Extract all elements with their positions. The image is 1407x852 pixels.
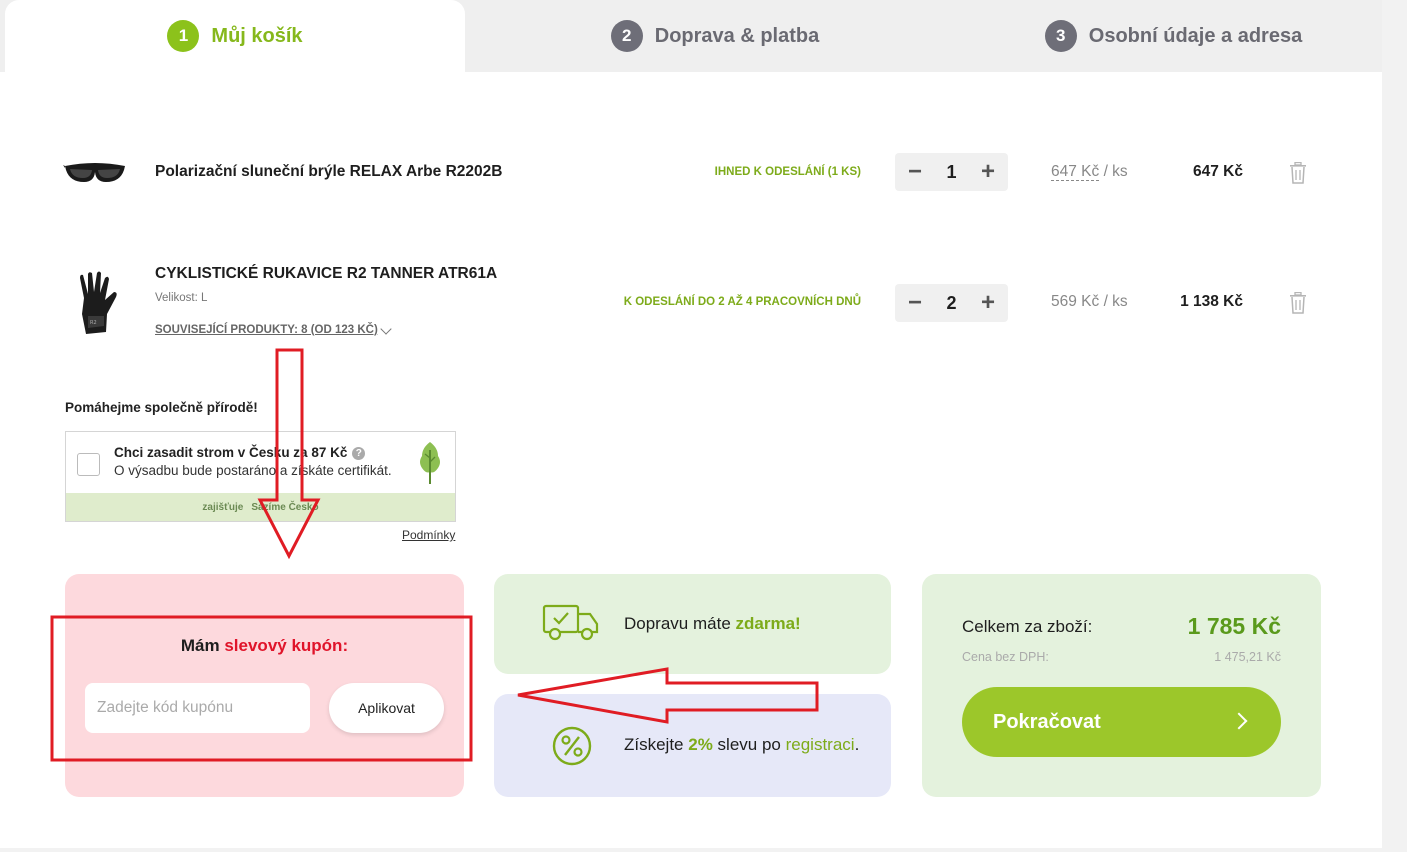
tree-partner-footer: zajišťuje Sázíme Česko: [66, 493, 455, 521]
shipping-prefix: Dopravu máte: [624, 614, 736, 633]
tree-icon: [420, 442, 440, 484]
product-name[interactable]: Polarizační sluneční brýle RELAX Arbe R2…: [155, 163, 502, 181]
step-label-shipping: Doprava & platba: [654, 24, 820, 47]
unit-suffix: / ks: [1099, 293, 1128, 310]
svg-text:R2: R2: [90, 320, 97, 326]
help-icon[interactable]: ?: [352, 447, 366, 460]
trash-icon[interactable]: [1289, 292, 1307, 314]
vat-label: Cena bez DPH:: [962, 650, 1049, 664]
decrease-qty-button[interactable]: −: [905, 291, 925, 315]
registration-link[interactable]: registraci: [786, 735, 855, 754]
tree-checkbox-label[interactable]: Chci zasadit strom v Česku za 87 Kč?: [114, 445, 366, 460]
tree-description: O výsadbu bude postaráno a získáte certi…: [114, 463, 392, 478]
apply-coupon-button[interactable]: Aplikovat: [329, 683, 444, 733]
truck-icon: [542, 604, 599, 641]
page-scrollbar[interactable]: [1382, 0, 1407, 852]
continue-label: Pokračovat: [993, 710, 1101, 733]
vat-value: 1 475,21 Kč: [1214, 650, 1281, 664]
quantity-value[interactable]: 1: [946, 162, 956, 183]
product-size: Velikost: L: [155, 292, 208, 304]
step-cart[interactable]: 1 Můj košík: [5, 0, 465, 72]
nature-title: Pomáhejme společně přírodě!: [65, 400, 258, 415]
plant-tree-checkbox[interactable]: [77, 453, 100, 476]
step-personal-info[interactable]: 3 Osobní údaje a adresa: [965, 0, 1382, 72]
chevron-right-icon: [1230, 712, 1248, 730]
coupon-title-prefix: Mám: [180, 636, 225, 655]
increase-qty-button[interactable]: +: [978, 291, 998, 315]
discount-text: Získejte 2% slevu po registraci.: [624, 735, 859, 755]
unit-price: 647 Kč / ks: [1051, 163, 1128, 181]
step-number-2: 2: [610, 20, 643, 52]
shipping-text: Dopravu máte zdarma!: [624, 614, 801, 634]
step-label-personal: Osobní údaje a adresa: [1088, 24, 1303, 47]
step-label-cart: Můj košík: [211, 24, 303, 47]
tree-label-text: Chci zasadit strom v Česku za 87 Kč: [114, 445, 348, 460]
coupon-title: Mám slevový kupón:: [65, 636, 464, 656]
tree-offer: Chci zasadit strom v Česku za 87 Kč? O v…: [65, 431, 456, 522]
continue-button[interactable]: Pokračovat: [962, 687, 1281, 757]
quantity-stepper: − 2 +: [895, 284, 1008, 322]
product-name[interactable]: CYKLISTICKÉ RUKAVICE R2 TANNER ATR61A: [155, 265, 497, 283]
unit-price: 569 Kč / ks: [1051, 293, 1128, 311]
related-products-link[interactable]: SOUVISEJÍCÍ PRODUKTY: 8 (OD 123 KČ): [155, 324, 378, 336]
availability-status: IHNED K ODESLÁNÍ (1 KS): [714, 166, 861, 178]
conditions-link[interactable]: Podmínky: [402, 528, 455, 542]
coupon-panel: Mám slevový kupón: Aplikovat: [65, 574, 464, 797]
percent-icon: [552, 726, 592, 766]
line-total: 1 138 Kč: [1180, 293, 1243, 310]
trash-icon[interactable]: [1289, 162, 1307, 184]
step-shipping-payment[interactable]: 2 Doprava & platba: [465, 0, 965, 72]
gloves-image[interactable]: R2: [74, 270, 120, 336]
discount-prefix: Získejte: [624, 735, 689, 754]
unit-price-value: 569 Kč: [1051, 293, 1100, 310]
checkout-steps: 1 Můj košík 2 Doprava & platba 3 Osobní …: [0, 0, 1382, 72]
total-label: Celkem za zboží:: [962, 617, 1093, 636]
order-summary-panel: Celkem za zboží: 1 785 Kč Cena bez DPH: …: [922, 574, 1321, 797]
step-number-1: 1: [167, 20, 200, 52]
partner-logo: Sázíme Česko: [251, 501, 319, 513]
discount-percent: 2%: [688, 735, 713, 754]
line-total: 647 Kč: [1193, 163, 1243, 180]
total-value: 1 785 Kč: [1187, 613, 1281, 639]
shipping-free: zdarma!: [735, 614, 801, 633]
decrease-qty-button[interactable]: −: [905, 160, 925, 184]
sunglasses-image[interactable]: [62, 158, 128, 188]
step-number-3: 3: [1044, 20, 1077, 52]
chevron-down-icon[interactable]: [380, 323, 392, 335]
quantity-stepper: − 1 +: [895, 153, 1008, 191]
coupon-title-highlight: slevový kupón:: [224, 636, 349, 655]
coupon-code-input[interactable]: [85, 683, 310, 733]
discount-suffix: .: [854, 735, 860, 754]
free-shipping-panel: Dopravu máte zdarma!: [494, 574, 891, 674]
unit-suffix: / ks: [1099, 163, 1128, 180]
increase-qty-button[interactable]: +: [978, 160, 998, 184]
registration-discount-panel: Získejte 2% slevu po registraci.: [494, 694, 891, 797]
provided-by-label: zajišťuje: [202, 501, 244, 513]
discount-middle: slevu po: [712, 735, 786, 754]
quantity-value[interactable]: 2: [946, 293, 956, 314]
unit-price-value[interactable]: 647 Kč: [1051, 163, 1100, 181]
cart-page: 1 Můj košík 2 Doprava & platba 3 Osobní …: [0, 0, 1382, 848]
availability-status: K ODESLÁNÍ DO 2 AŽ 4 PRACOVNÍCH DNŮ: [623, 296, 861, 308]
